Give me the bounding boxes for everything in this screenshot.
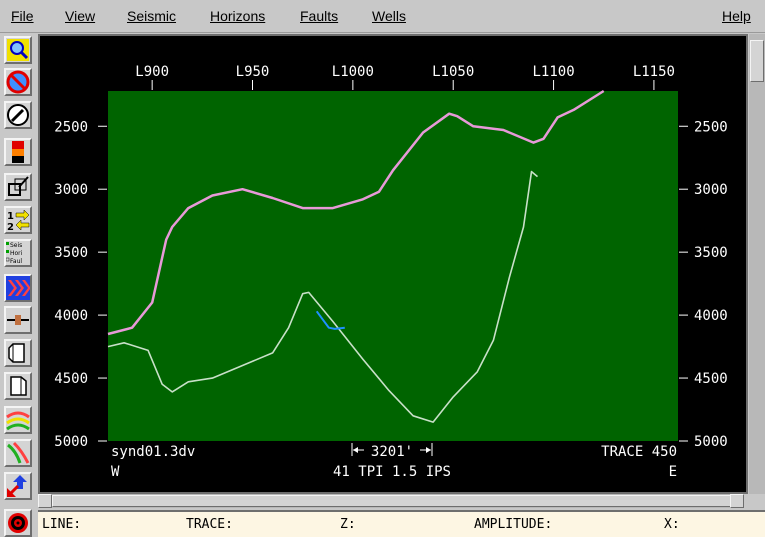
pick-tool-button[interactable] (4, 101, 32, 129)
menu-file[interactable]: File (11, 8, 34, 24)
east-label: E (669, 464, 677, 480)
page-left-icon (8, 343, 25, 363)
line-axis-label: L900 (135, 64, 169, 80)
target-icon (8, 513, 28, 533)
horizontal-scrollbar[interactable] (38, 494, 744, 508)
no-zoom-tool-button[interactable] (4, 68, 32, 96)
layers-checklist-icon: Seis Hori Faul (6, 242, 23, 265)
horizontal-scroll-thumb[interactable] (52, 495, 734, 507)
status-line: LINE: (42, 517, 82, 532)
animate-tool-button[interactable] (4, 274, 32, 302)
horizon-display-button[interactable] (4, 406, 32, 434)
fault-display-button[interactable] (4, 439, 32, 467)
step-tool-button[interactable]: 1 2 (4, 206, 32, 234)
scroll-left-arrow[interactable] (38, 494, 52, 508)
scale-bar: 3201' (351, 443, 433, 460)
depth-axis-right-label: 3500 (694, 245, 728, 261)
west-label: W (111, 464, 120, 480)
faults-icon (7, 441, 30, 464)
depth-axis-left-label: 4000 (54, 308, 88, 324)
vertical-scrollbar[interactable] (749, 34, 765, 494)
layer-hori-label: Hori (10, 250, 23, 257)
depth-axis-left: 2500 3000 3500 4000 4500 5000 (54, 119, 107, 450)
filename-label: synd01.3dv (111, 444, 195, 460)
step-one-label: 1 (7, 211, 14, 222)
magnifier-icon (7, 39, 29, 61)
status-z: Z: (340, 517, 356, 532)
well-tool-button[interactable] (4, 472, 32, 500)
well-arrow-icon (6, 475, 27, 498)
line-axis: L900 L950 L1000 L1050 L1100 L1150 (135, 64, 675, 90)
depth-axis-left-label: 5000 (54, 434, 88, 450)
status-x: X: (664, 517, 680, 532)
trace-number-label: TRACE 450 (601, 444, 677, 460)
menu-faults[interactable]: Faults (300, 8, 338, 24)
step-two-label: 2 (7, 222, 14, 232)
depth-axis-left-label: 3500 (54, 245, 88, 261)
scale-distance-label: 3201' (371, 444, 413, 460)
pencil-circle-icon (7, 104, 29, 126)
prohibit-icon (6, 70, 30, 94)
layer-toggle-button[interactable]: Seis Hori Faul (4, 239, 32, 267)
depth-axis-right-label: 4000 (694, 308, 728, 324)
target-tool-button[interactable] (4, 509, 32, 537)
cube-icon (8, 176, 29, 196)
seismic-data-area[interactable] (108, 91, 678, 441)
depth-axis-right-label: 2500 (694, 119, 728, 135)
section-right-button[interactable] (4, 372, 32, 400)
line-axis-label: L1050 (432, 64, 474, 80)
seismic-section-view[interactable]: L900 L950 L1000 L1050 L1100 L1150 2500 3000 350… (38, 34, 748, 494)
slider-tool-button[interactable] (4, 306, 32, 334)
line-axis-label: L1100 (532, 64, 574, 80)
tool-palette: 1 2 Seis Hori Faul (0, 34, 38, 537)
slider-icon (7, 315, 29, 325)
depth-axis-right: 2500 3000 3500 4000 4500 5000 (679, 119, 728, 450)
status-bar: LINE: TRACE: Z: AMPLITUDE: X: (38, 510, 765, 537)
menu-bar: File View Seismic Horizons Faults Wells … (0, 0, 765, 33)
layer-seis-label: Seis (10, 242, 22, 249)
depth-axis-left-label: 2500 (54, 119, 88, 135)
vertical-scroll-thumb[interactable] (750, 40, 764, 82)
line-axis-label: L1150 (633, 64, 675, 80)
depth-axis-right-label: 4500 (694, 371, 728, 387)
status-amplitude: AMPLITUDE: (474, 517, 553, 532)
depth-axis-left-label: 3000 (54, 182, 88, 198)
menu-view[interactable]: View (65, 8, 95, 24)
horizons-rainbow-icon (6, 411, 30, 431)
depth-axis-left-label: 4500 (54, 371, 88, 387)
scroll-right-arrow[interactable] (730, 494, 744, 508)
step-arrows-icon: 1 2 (7, 209, 30, 232)
fast-forward-icon (6, 276, 30, 300)
seismic-section-plot[interactable]: L900 L950 L1000 L1050 L1100 L1150 2500 3000 350… (40, 36, 746, 492)
depth-axis-right-label: 3000 (694, 182, 728, 198)
menu-horizons[interactable]: Horizons (210, 8, 265, 24)
line-axis-label: L1000 (332, 64, 374, 80)
layer-faul-label: Faul (10, 258, 22, 265)
menu-help[interactable]: Help (722, 8, 751, 24)
zoom-tool-button[interactable] (4, 36, 32, 64)
status-trace: TRACE: (186, 517, 233, 532)
display-params-label: 41 TPI 1.5 IPS (333, 464, 451, 480)
section-left-button[interactable] (4, 339, 32, 367)
menu-seismic[interactable]: Seismic (127, 8, 176, 24)
depth-axis-right-label: 5000 (694, 434, 728, 450)
page-right-icon (10, 376, 27, 396)
3d-view-tool-button[interactable] (4, 173, 32, 201)
line-axis-label: L950 (236, 64, 270, 80)
colorbar-icon (12, 141, 24, 163)
colorbar-tool-button[interactable] (4, 138, 32, 166)
menu-wells[interactable]: Wells (372, 8, 406, 24)
